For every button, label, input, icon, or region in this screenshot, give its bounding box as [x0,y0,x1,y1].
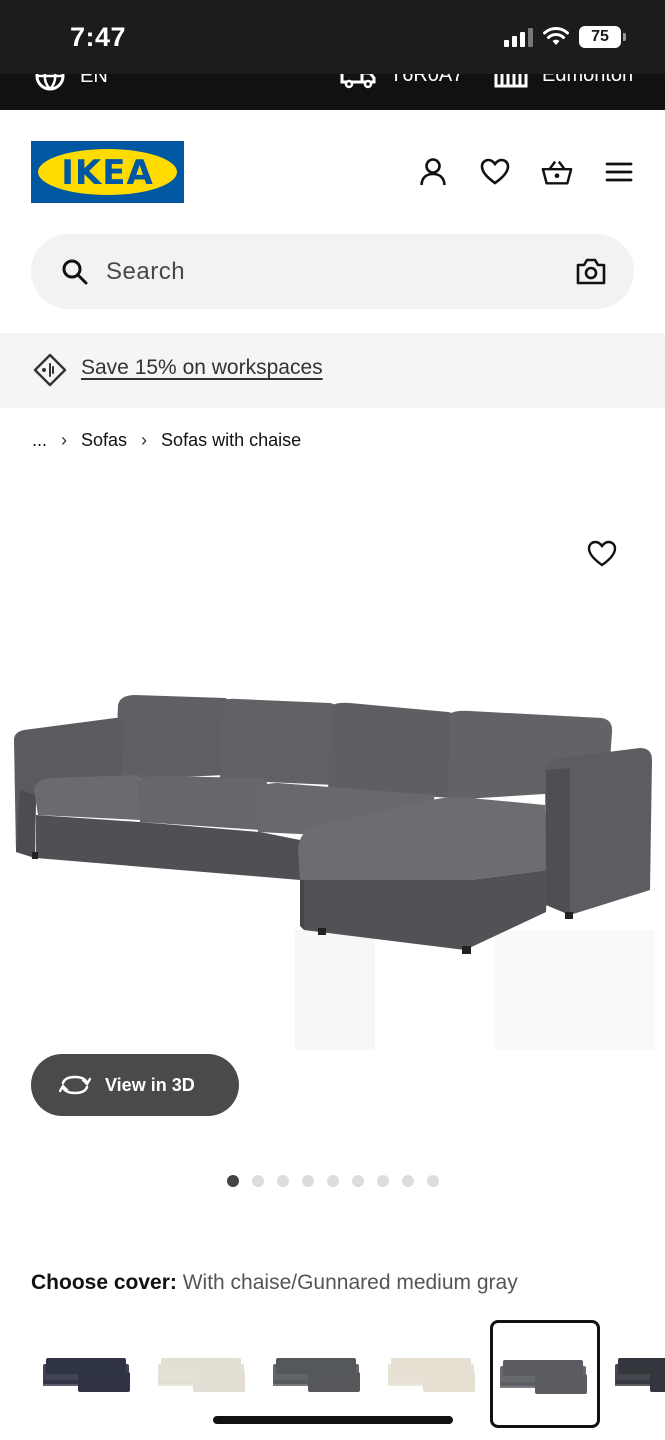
cover-option-thumbnail[interactable] [153,1334,253,1410]
cover-option-thumbnail[interactable] [38,1334,138,1410]
choose-cover-value: With chaise/Gunnared medium gray [182,1271,518,1294]
wifi-icon [543,27,569,45]
account-button[interactable] [417,156,449,188]
breadcrumb-item-sofas-with-chaise[interactable]: Sofas with chaise [161,430,301,451]
battery-icon: 75 [579,26,626,48]
cover-option-thumbnail[interactable] [268,1334,368,1410]
rotate-3d-icon [59,1075,91,1095]
camera-search-icon[interactable] [576,257,606,285]
sofa-thumbnail-icon [273,1358,360,1392]
ikea-logo[interactable]: IKEA [31,141,184,203]
home-indicator [213,1416,453,1424]
product-image-sofa[interactable] [0,470,665,1050]
carousel-dot[interactable] [352,1175,364,1187]
carousel-dot[interactable] [402,1175,414,1187]
add-to-favourites-button[interactable] [586,540,618,573]
utility-strip: EN T6R0A7 Edmonton [0,74,665,110]
store-label: Edmonton [542,74,634,86]
search-input[interactable]: Search [106,258,185,286]
breadcrumb-item-sofas[interactable]: Sofas [81,430,127,451]
heart-icon [480,158,510,185]
sofa-thumbnail-icon [500,1360,587,1394]
carousel-dot[interactable] [227,1175,239,1187]
choose-cover-line: Choose cover: With chaise/Gunnared mediu… [31,1271,518,1295]
promo-banner: Save 15% on workspaces [0,333,665,408]
store-selector[interactable]: Edmonton [494,74,633,90]
chevron-right-icon: › [61,430,68,450]
breadcrumb-ellipsis[interactable]: ... [32,430,47,451]
sofa-thumbnail-icon [615,1358,665,1392]
carousel-dot[interactable] [427,1175,439,1187]
cover-option-thumbnail[interactable] [610,1334,665,1410]
search-icon [62,259,88,285]
breadcrumb: ... › Sofas › Sofas with chaise [32,430,301,451]
sofa-thumbnail-icon [158,1358,245,1392]
store-icon [494,74,528,88]
chevron-right-icon: › [141,430,148,450]
image-carousel-indicator [227,1175,439,1187]
cover-option-thumbnail[interactable] [490,1320,600,1428]
promo-link[interactable]: Save 15% on workspaces [81,356,323,380]
postal-code-label: T6R0A7 [390,74,464,86]
shopping-bag-button[interactable] [541,156,573,188]
status-indicators: 75 [504,26,626,48]
header-actions [417,156,635,188]
language-label: EN [80,74,108,87]
carousel-dot[interactable] [277,1175,289,1187]
heart-icon [587,540,617,567]
shopping-basket-icon [541,160,573,185]
hamburger-menu-icon [605,162,633,182]
price-tag-icon [33,353,67,387]
site-header: IKEA [0,110,665,222]
carousel-dot[interactable] [327,1175,339,1187]
delivery-truck-icon [340,74,376,89]
globe-icon [35,74,65,91]
cover-option-thumbnail[interactable] [383,1334,483,1410]
choose-cover-label: Choose cover: [31,1271,177,1294]
view-in-3d-button[interactable]: View in 3D [31,1054,239,1116]
search-bar[interactable]: Search [31,234,634,309]
view-in-3d-label: View in 3D [105,1074,195,1095]
cellular-signal-icon [504,27,533,47]
sofa-thumbnail-icon [43,1358,130,1392]
menu-button[interactable] [603,156,635,188]
language-selector[interactable]: EN [34,74,108,92]
status-time: 7:47 [70,22,127,52]
sofa-thumbnail-icon [388,1358,475,1392]
postal-code-selector[interactable]: T6R0A7 [340,74,463,90]
carousel-dot[interactable] [252,1175,264,1187]
carousel-dot[interactable] [302,1175,314,1187]
user-icon [420,158,446,186]
status-bar: 7:47 75 [0,0,665,74]
favourites-button[interactable] [479,156,511,188]
carousel-dot[interactable] [377,1175,389,1187]
